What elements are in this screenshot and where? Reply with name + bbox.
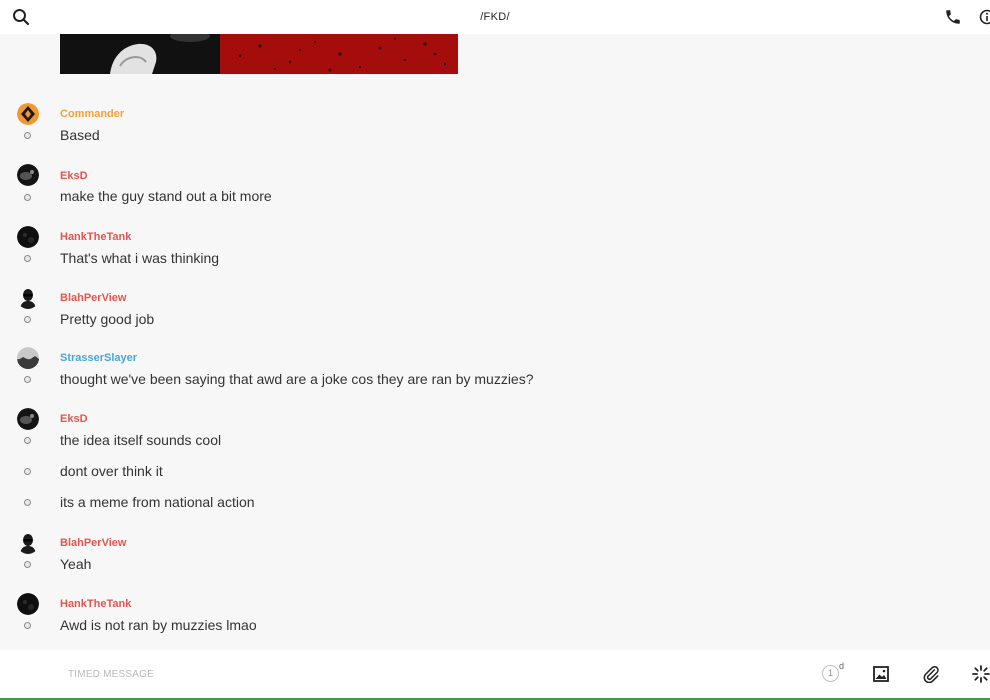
message-input[interactable]: TIMED MESSAGE [68, 669, 154, 680]
timer-icon: 1 [822, 665, 839, 682]
hankthetank-avatar[interactable] [17, 593, 39, 615]
message-text: Awd is not ran by muzzies lmao [60, 617, 257, 633]
read-receipt-icon [24, 194, 31, 201]
message-timer-button[interactable]: 1 d [822, 661, 846, 684]
message-username[interactable]: EksD [60, 413, 88, 425]
hankthetank-avatar[interactable] [17, 226, 39, 248]
eksd-avatar[interactable] [17, 408, 39, 430]
read-receipt-icon [24, 622, 31, 629]
sparkle-icon[interactable] [972, 665, 990, 683]
message-username[interactable]: EksD [60, 170, 88, 182]
message-text: the idea itself sounds cool [60, 432, 222, 448]
read-receipt-icon [24, 316, 31, 323]
message-text: That's what i was thinking [60, 250, 220, 266]
message-username[interactable]: BlahPerView [60, 537, 126, 549]
message-username[interactable]: HankTheTank [60, 231, 131, 243]
read-receipt-icon [24, 376, 31, 383]
blahperview-avatar[interactable] [17, 532, 39, 554]
message-username[interactable]: HankTheTank [60, 598, 131, 610]
read-receipt-icon [24, 561, 31, 568]
read-receipt-icon [24, 255, 31, 262]
read-receipt-icon [24, 468, 31, 475]
image-icon[interactable] [873, 666, 889, 682]
message-username[interactable]: StrasserSlayer [60, 352, 137, 364]
message-username[interactable]: Commander [60, 108, 124, 120]
message-text: Based [60, 127, 100, 143]
commander-avatar[interactable] [17, 103, 39, 125]
timer-unit: d [839, 661, 845, 671]
message-text: make the guy stand out a bit more [60, 188, 272, 204]
read-receipt-icon [24, 437, 31, 444]
read-receipt-icon [24, 499, 31, 506]
message-text: Yeah [60, 556, 92, 572]
message-text: thought we've been saying that awd are a… [60, 371, 534, 387]
message-username[interactable]: BlahPerView [60, 292, 126, 304]
blahperview-avatar[interactable] [17, 287, 39, 309]
read-receipt-icon [24, 132, 31, 139]
message-text: dont over think it [60, 463, 163, 479]
strasserslayer-avatar[interactable] [17, 347, 39, 369]
message-list: Commander Based EksD make the guy stand … [0, 0, 990, 650]
eksd-avatar[interactable] [17, 164, 39, 186]
message-text: its a meme from national action [60, 494, 255, 510]
paperclip-icon[interactable] [922, 665, 940, 684]
message-text: Pretty good job [60, 311, 155, 327]
